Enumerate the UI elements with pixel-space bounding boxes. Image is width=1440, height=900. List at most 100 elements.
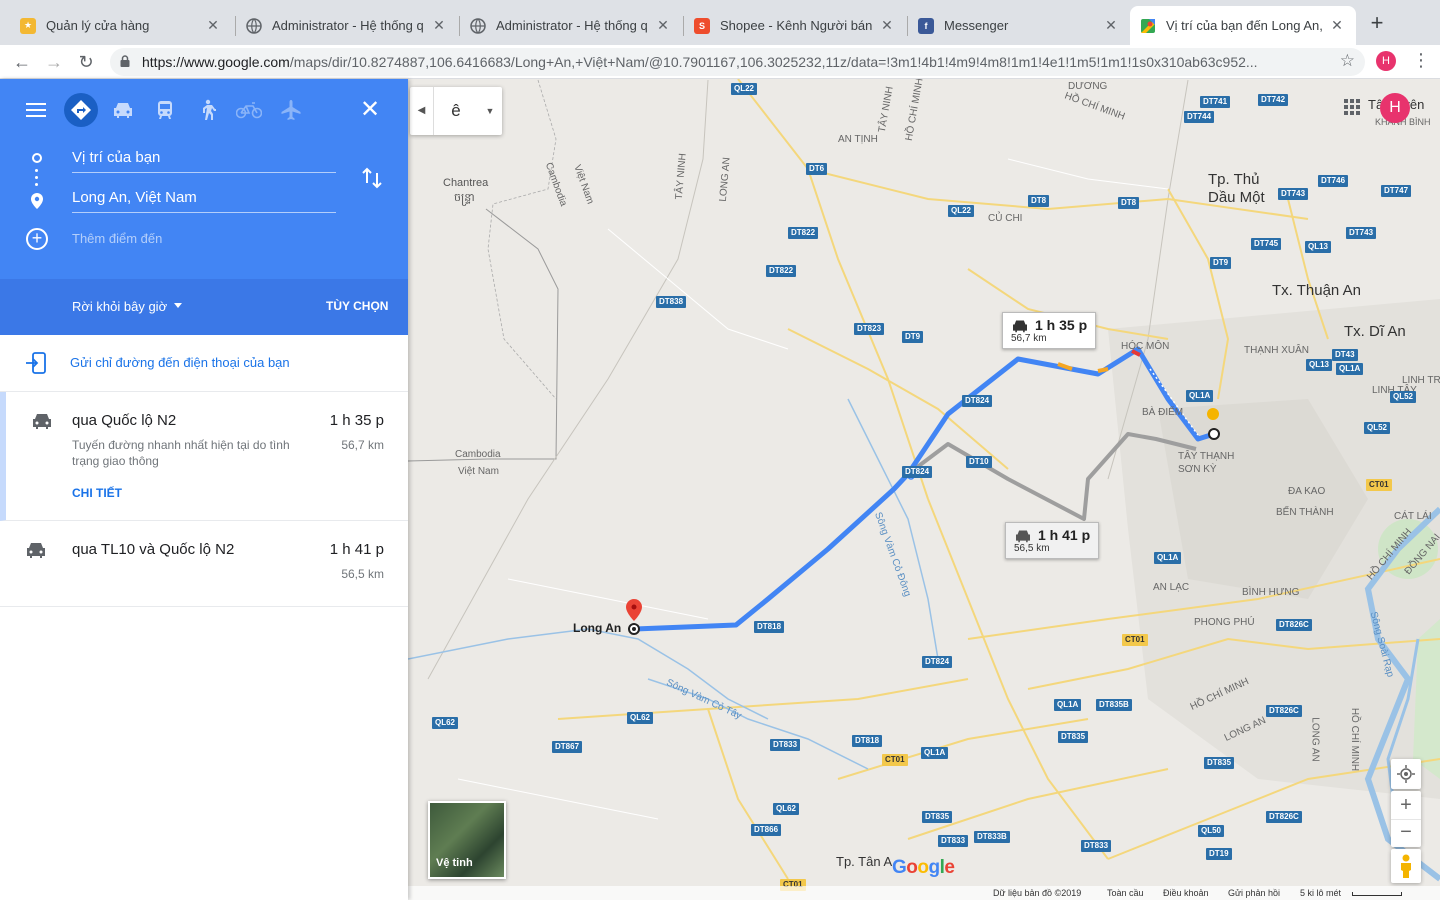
- callout-distance: 56,7 km: [1011, 333, 1047, 344]
- my-location-icon: [1397, 765, 1415, 783]
- add-destination-icon[interactable]: +: [26, 228, 48, 250]
- browser-menu-icon[interactable]: ⋮: [1412, 50, 1430, 71]
- street-view-pegman[interactable]: [1391, 849, 1421, 883]
- collapse-panel-button[interactable]: ◀: [410, 87, 434, 135]
- mode-car-icon[interactable]: [106, 93, 140, 127]
- place-label: TÂY THẠNH: [1178, 451, 1235, 462]
- road-shield: DT746: [1318, 175, 1349, 187]
- new-tab-button[interactable]: +: [1364, 10, 1390, 36]
- feedback-link[interactable]: Gửi phản hồi: [1228, 888, 1280, 898]
- add-destination-link[interactable]: Thêm điểm đến: [72, 231, 162, 246]
- road-shield: DT822: [766, 265, 797, 277]
- account-avatar[interactable]: H: [1380, 93, 1410, 123]
- terms-link[interactable]: Điều khoản: [1163, 888, 1209, 898]
- road-shield: DT835: [1204, 757, 1235, 769]
- tab-close-icon[interactable]: ✕: [430, 17, 448, 34]
- browser-tab[interactable]: Administrator - Hệ thống qu ✕: [460, 6, 682, 45]
- tab-close-icon[interactable]: ✕: [1102, 17, 1120, 34]
- back-button[interactable]: ←: [10, 50, 34, 74]
- route-name: qua TL10 và Quốc lộ N2: [72, 541, 235, 558]
- place-label: ចន្ទ្រា: [454, 192, 475, 204]
- border-label: Cambodia: [455, 449, 501, 460]
- tab-close-icon[interactable]: ✕: [654, 17, 672, 34]
- place-label: DƯƠNG: [1068, 81, 1108, 92]
- mode-best-route-icon[interactable]: [64, 93, 98, 127]
- map-footer: Dữ liệu bản đồ ©2019 Toàn cầu Điều khoản…: [408, 886, 1440, 900]
- route-distance: 56,7 km: [341, 438, 384, 452]
- tab-close-icon[interactable]: ✕: [1328, 17, 1346, 34]
- send-to-phone-row[interactable]: Gửi chỉ đường đến điện thoại của bạn: [0, 335, 408, 392]
- caret-down-icon[interactable]: [174, 303, 182, 308]
- scale-label[interactable]: 5 ki lô mét: [1300, 888, 1341, 898]
- road-shield: CT01: [882, 754, 908, 766]
- tab-close-icon[interactable]: ✕: [878, 17, 896, 34]
- tab-close-icon[interactable]: ✕: [204, 17, 222, 34]
- route-distance: 56,5 km: [341, 567, 384, 581]
- road-shield: DT833: [770, 739, 801, 751]
- satellite-toggle[interactable]: Vệ tinh: [428, 801, 506, 879]
- route-option-2[interactable]: qua TL10 và Quốc lộ N2 1 h 41 p 56,5 km: [0, 521, 408, 607]
- road-shield: QL1A: [1154, 552, 1182, 564]
- origin-input[interactable]: Vị trí của bạn: [72, 145, 336, 173]
- swap-icon[interactable]: [362, 167, 382, 189]
- route-option-1[interactable]: qua Quốc lộ N2 1 h 35 p 56,7 km Tuyến đư…: [0, 392, 408, 521]
- address-bar[interactable]: https://www.google.com/maps/dir/10.82748…: [110, 48, 1365, 76]
- zoom-out-button[interactable]: −: [1391, 819, 1421, 847]
- road-shield: QL62: [627, 712, 654, 724]
- tab-title: Administrator - Hệ thống qu: [272, 18, 424, 33]
- route-callout-alt[interactable]: 1 h 41 p 56,5 km: [1005, 522, 1100, 559]
- bookmark-star-icon[interactable]: ☆: [1340, 51, 1355, 71]
- forward-button[interactable]: →: [42, 50, 66, 74]
- map-canvas[interactable]: Chantrea ចន្ទ្រា Cambodia Việt Nam Cambo…: [408, 79, 1440, 900]
- city-label: Tx. Dĩ An: [1344, 323, 1406, 340]
- route-callout-primary[interactable]: 1 h 35 p 56,7 km: [1002, 312, 1097, 349]
- road-shield: QL52: [1364, 422, 1391, 434]
- browser-tab-active[interactable]: Vị trí của bạn đến Long An, V ✕: [1130, 6, 1356, 45]
- place-label: AN TỊNH: [838, 134, 878, 145]
- browser-tab[interactable]: ★ Quản lý cửa hàng ✕: [10, 6, 232, 45]
- destination-pin-icon: [31, 193, 43, 209]
- road-shield: DT866: [751, 824, 782, 836]
- road-shield: QL50: [1198, 825, 1225, 837]
- mode-flight-icon[interactable]: [274, 93, 308, 127]
- province-label: HỒ CHÍ MINH: [1349, 707, 1361, 772]
- layer-toggle-button[interactable]: ê: [434, 87, 478, 135]
- mode-transit-icon[interactable]: [148, 93, 182, 127]
- mode-bicycle-icon[interactable]: [232, 93, 266, 127]
- apps-grid-icon[interactable]: [1344, 99, 1360, 120]
- browser-tab[interactable]: S Shopee - Kênh Người bán ✕: [684, 6, 906, 45]
- car-icon: [1013, 320, 1027, 333]
- road-shield: QL1A: [1054, 699, 1082, 711]
- tab-title: Shopee - Kênh Người bán: [720, 18, 872, 33]
- close-directions-icon[interactable]: ✕: [360, 97, 380, 123]
- browser-tab[interactable]: f Messenger ✕: [908, 6, 1130, 45]
- browser-tab[interactable]: Administrator - Hệ thống qu ✕: [236, 6, 458, 45]
- scale-bar: [1352, 892, 1402, 896]
- my-location-button[interactable]: [1391, 759, 1421, 789]
- province-label: LONG AN: [1309, 717, 1321, 762]
- destination-input[interactable]: Long An, Việt Nam: [72, 185, 336, 213]
- road-shield: QL1A: [1186, 390, 1214, 402]
- reload-button[interactable]: ↻: [74, 50, 98, 74]
- mode-walk-icon[interactable]: [190, 93, 224, 127]
- tab-title: Quản lý cửa hàng: [46, 18, 150, 33]
- zoom-control: + −: [1391, 791, 1421, 847]
- place-label: HÓC MÔN: [1121, 341, 1170, 352]
- departure-bar: Rời khỏi bây giờ TÙY CHỌN: [0, 279, 408, 335]
- menu-icon[interactable]: [26, 103, 46, 117]
- profile-avatar[interactable]: H: [1376, 51, 1396, 71]
- zoom-in-button[interactable]: +: [1391, 791, 1421, 819]
- route-duration: 1 h 41 p: [329, 541, 384, 558]
- directions-panel: ✕ Vị trí của bạn Long An, Việt Nam + Thê…: [0, 79, 408, 900]
- global-link[interactable]: Toàn cầu: [1107, 888, 1144, 898]
- tab-title: Messenger: [944, 18, 1009, 33]
- leave-now-dropdown[interactable]: Rời khỏi bây giờ: [72, 299, 167, 314]
- tab-strip: ★ Quản lý cửa hàng ✕ Administrator - Hệ …: [0, 0, 1440, 45]
- options-button[interactable]: TÙY CHỌN: [326, 299, 388, 313]
- layer-dropdown-icon[interactable]: ▼: [478, 87, 502, 135]
- route-details-link[interactable]: CHI TIẾT: [72, 486, 122, 500]
- road-shield: DT833B: [974, 831, 1010, 843]
- place-label: BÌNH HƯNG: [1242, 587, 1300, 598]
- place-label: THẠNH XUÂN: [1244, 345, 1310, 356]
- send-to-phone-link[interactable]: Gửi chỉ đường đến điện thoại của bạn: [70, 355, 290, 370]
